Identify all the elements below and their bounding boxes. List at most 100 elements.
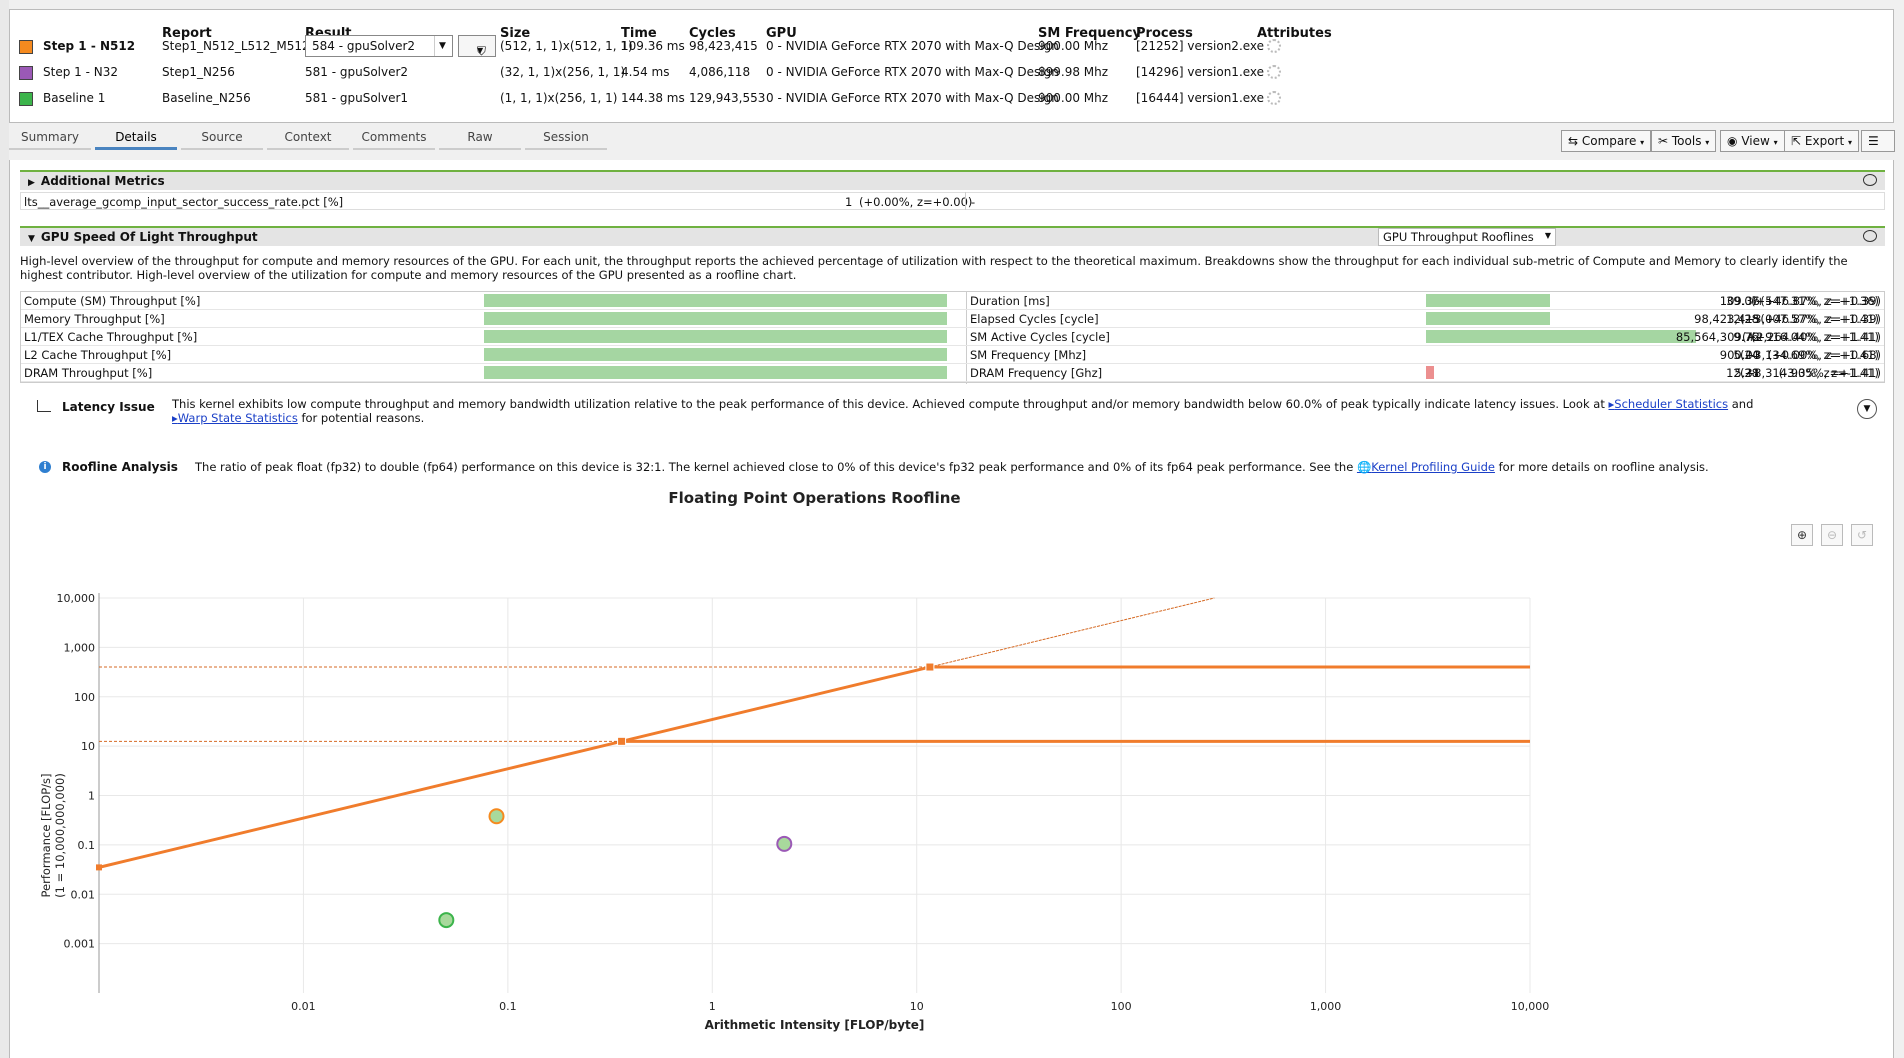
rule-text: The ratio of peak float (fp32) to double… — [195, 460, 1795, 474]
tab-raw[interactable]: Raw — [439, 128, 521, 150]
roofline-start-point — [96, 864, 102, 871]
tab-source[interactable]: Source — [181, 128, 263, 150]
result-process: [16444] version1.exe — [1136, 91, 1265, 105]
gear-icon[interactable] — [1267, 65, 1281, 79]
metric-value: 5.31 — [1734, 366, 1760, 380]
menu-button[interactable]: ☰ — [1861, 130, 1895, 152]
result-color-swatch[interactable] — [19, 40, 33, 54]
gear-icon[interactable] — [1267, 91, 1281, 105]
zoom-out-button[interactable]: ⊖ — [1821, 524, 1843, 546]
result-color-swatch[interactable] — [19, 92, 33, 106]
result-sm-frequency: 900.00 Mhz — [1038, 39, 1109, 53]
tab-session[interactable]: Session — [525, 128, 607, 150]
metric-delta: (+46.87%, z=+0.39) — [1760, 312, 1881, 326]
info-icon: i — [39, 461, 51, 473]
roofline-chart[interactable]: Floating Point Operations Roofline 0.01 0.… — [10, 485, 1895, 1055]
result-color-swatch[interactable] — [19, 66, 33, 80]
tab-context[interactable]: Context — [267, 128, 349, 150]
y-tick-label: 0.001 — [64, 938, 96, 951]
latency-issue-rule: Latency Issue This kernel exhibits low c… — [20, 397, 1885, 427]
link-label: Kernel Profiling Guide — [1371, 460, 1495, 474]
tab-comments[interactable]: Comments — [353, 128, 435, 150]
export-label: Export — [1804, 134, 1845, 148]
kernel-profiling-guide-link[interactable]: 🌐Kernel Profiling Guide — [1357, 460, 1495, 474]
link-label: Scheduler Statistics — [1614, 397, 1729, 411]
view-button[interactable]: ◉ View ▾ — [1720, 130, 1785, 152]
result-name: Step 1 - N512 — [43, 39, 136, 53]
chevron-down-icon: ▼ — [1544, 231, 1551, 240]
tools-button[interactable]: ✂ Tools ▾ — [1651, 130, 1717, 152]
chevron-down-icon: ▾ — [1848, 138, 1853, 147]
chevron-down-icon: ▾ — [1705, 138, 1710, 147]
throughput-row: Duration [ms] 109.36 (+46.87%, z=+0.39) — [21, 292, 1884, 310]
export-icon: ⇱ — [1791, 134, 1802, 148]
roofline-select[interactable]: GPU Throughput Rooflines ▼ — [1378, 228, 1556, 246]
eye-icon: ◉ — [1727, 134, 1738, 148]
rule-title: Latency Issue — [62, 400, 155, 414]
reset-zoom-button[interactable]: ↺ — [1851, 524, 1873, 546]
result-time: 109.36 ms — [621, 39, 685, 53]
result-row[interactable]: Baseline 1 Baseline_N256 581 - gpuSolver… — [10, 86, 1893, 112]
link-label: Warp State Statistics — [177, 411, 298, 425]
compare-button[interactable]: ⇆ Compare ▾ — [1561, 130, 1652, 152]
metric-bar — [1426, 330, 1696, 343]
expand-triangle-icon: ▶ — [28, 178, 35, 188]
reset-icon: ↺ — [1856, 528, 1868, 542]
scheduler-statistics-link[interactable]: ▸Scheduler Statistics — [1609, 397, 1729, 411]
section-title: GPU Speed Of Light Throughput — [40, 230, 258, 244]
y-axis-label-scale: (1 = 10,000,000,000) — [53, 773, 67, 898]
metric-value: 900.00 — [1719, 348, 1760, 362]
gpu-sol-header[interactable]: ▼ GPU Speed Of Light Throughput GPU Throu… — [20, 226, 1885, 246]
additional-metrics-header[interactable]: ▶ Additional Metrics — [20, 170, 1885, 190]
chevron-down-icon[interactable]: ▼ — [1857, 399, 1877, 419]
filter-button[interactable]: ⛉ ▼ — [458, 35, 496, 58]
result-row[interactable]: Step 1 - N32 Step1_N256 581 - gpuSolver2… — [10, 60, 1893, 86]
nsight-compute-window: Report Result Size Time Cycles GPU SM Fr… — [0, 0, 1904, 1058]
gear-icon[interactable] — [1267, 39, 1281, 53]
metric-delta: (+2,264.40%, z=+1.41) — [1742, 330, 1881, 344]
tab-summary[interactable]: Summary — [9, 128, 91, 150]
throughput-table: Compute (SM) Throughput [%] 39.07 (+547.31… — [20, 291, 1885, 384]
chevron-down-icon[interactable]: ▼ — [434, 36, 450, 56]
throughput-row: DRAM Frequency [Ghz] 5.31 (-3.35%, z=-1.41… — [21, 364, 1884, 382]
throughput-row: SM Active Cycles [cycle] 85,564,309.72 (+2… — [21, 328, 1884, 346]
comment-icon[interactable] — [1863, 174, 1877, 186]
trend-icon — [37, 400, 51, 412]
result-kernel: 581 - gpuSolver1 — [305, 91, 409, 105]
metric-baseline: - — [971, 195, 976, 209]
achieved-point — [438, 912, 455, 929]
metric-bar — [1426, 294, 1550, 307]
tab-details[interactable]: Details — [95, 128, 177, 150]
chevron-down-icon: ▾ — [1640, 138, 1645, 147]
result-process: [21252] version2.exe — [1136, 39, 1265, 53]
x-axis-label: Arithmetic Intensity [FLOP/byte] — [705, 1018, 925, 1032]
y-tick-label: 10,000 — [57, 592, 96, 605]
metric-name: DRAM Frequency [Ghz] — [970, 366, 1103, 380]
result-select[interactable]: 584 - gpuSolver2 ▼ — [305, 35, 453, 57]
export-button[interactable]: ⇱ Export ▾ — [1784, 130, 1860, 152]
rule-text-part: for more details on roofline analysis. — [1498, 460, 1709, 474]
metric-name: lts__average_gcomp_input_sector_success_… — [24, 195, 344, 209]
result-time: 144.38 ms — [621, 91, 685, 105]
result-row[interactable]: Step 1 - N512 Step1_N512_L512_M512 584 -… — [10, 34, 1893, 60]
comment-icon[interactable] — [1863, 230, 1877, 242]
metric-delta: (+0.00%, z=+0.00) — [859, 195, 973, 209]
result-size: (32, 1, 1)x(256, 1, 1) — [500, 65, 626, 79]
left-edge — [0, 0, 9, 1058]
hamburger-icon: ☰ — [1868, 134, 1879, 148]
x-tick-label: 10,000 — [1511, 1000, 1550, 1013]
memory-roofline-extension — [929, 597, 1215, 668]
warp-state-statistics-link[interactable]: ▸Warp State Statistics — [172, 411, 298, 425]
y-axis-label: Performance [FLOP/s] — [39, 774, 53, 898]
metric-name: SM Active Cycles [cycle] — [970, 330, 1110, 344]
rule-text: This kernel exhibits low compute through… — [172, 397, 1772, 425]
result-sm-frequency: 900.00 Mhz — [1038, 91, 1109, 105]
result-report: Step1_N256 — [162, 65, 235, 79]
zoom-in-button[interactable]: ⊕ — [1791, 524, 1813, 546]
metric-value: 98,423,415 — [1694, 312, 1760, 326]
metric-bar — [1426, 312, 1550, 325]
metric-delta: (+0.00%, z=+0.68) — [1767, 348, 1881, 362]
x-tick-label: 100 — [1111, 1000, 1132, 1013]
x-tick-label: 0.1 — [499, 1000, 517, 1013]
x-tick-label: 1,000 — [1310, 1000, 1342, 1013]
